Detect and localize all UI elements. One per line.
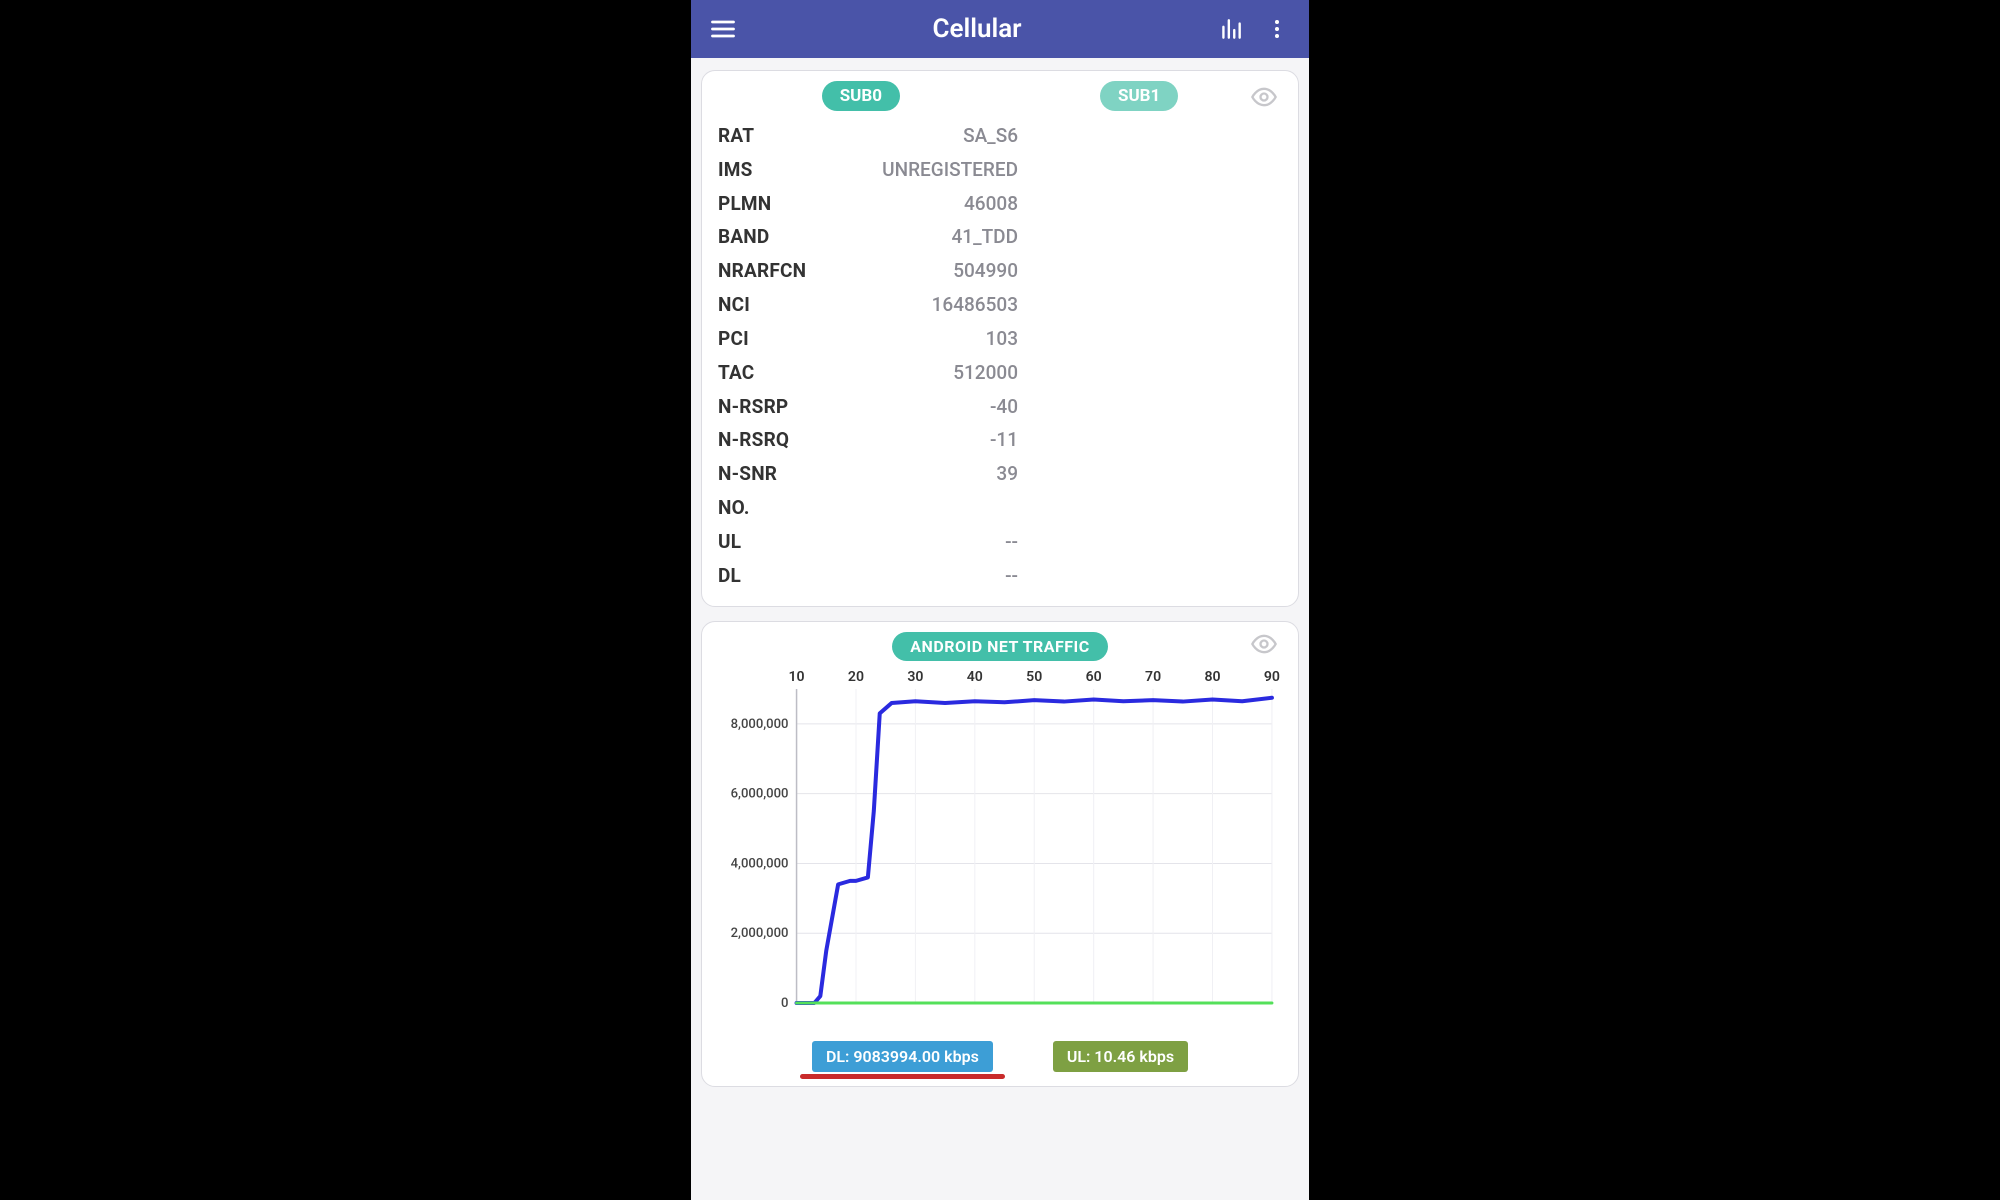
metric-row: N-SNR39 <box>718 457 1282 491</box>
visibility-toggle-icon[interactable] <box>1250 630 1278 662</box>
metric-label: PCI <box>718 322 868 356</box>
metric-row: BAND41_TDD <box>718 220 1282 254</box>
overflow-menu-icon[interactable] <box>1259 11 1295 47</box>
svg-text:6,000,000: 6,000,000 <box>731 787 789 802</box>
svg-text:70: 70 <box>1145 669 1161 685</box>
app-screen: Cellular SUB0 SUB1 RATSA_S6IMSUNREGISTER… <box>691 0 1309 1200</box>
svg-text:20: 20 <box>848 669 864 685</box>
metric-value: 504990 <box>868 254 1018 288</box>
net-traffic-card: ANDROID NET TRAFFIC 0 2,000,000 4,000,000 6… <box>701 621 1299 1087</box>
metric-row: RATSA_S6 <box>718 119 1282 153</box>
metric-row: NRARFCN504990 <box>718 254 1282 288</box>
tab-sub0[interactable]: SUB0 <box>822 81 900 111</box>
metric-label: N-RSRP <box>718 390 868 424</box>
app-bar: Cellular <box>691 0 1309 58</box>
metric-label: TAC <box>718 356 868 390</box>
metric-value: 46008 <box>868 187 1018 221</box>
ul-rate-value: UL: 10.46 kbps <box>1067 1047 1174 1066</box>
metric-row: PCI103 <box>718 322 1282 356</box>
metric-value: 39 <box>868 457 1018 491</box>
metric-label: UL <box>718 525 868 559</box>
metric-label: RAT <box>718 119 868 153</box>
stats-icon[interactable] <box>1213 11 1249 47</box>
ul-rate-badge: UL: 10.46 kbps <box>1053 1041 1188 1072</box>
dl-highlight-underline <box>800 1074 1005 1079</box>
metric-value: SA_S6 <box>868 119 1018 153</box>
metric-label: DL <box>718 559 868 593</box>
metric-label: NO. <box>718 491 868 525</box>
menu-icon[interactable] <box>705 11 741 47</box>
metric-row: N-RSRP-40 <box>718 390 1282 424</box>
metric-row: NCI16486503 <box>718 288 1282 322</box>
svg-text:40: 40 <box>967 669 983 685</box>
metric-value: -40 <box>868 390 1018 424</box>
traffic-chart: 0 2,000,000 4,000,000 6,000,000 8,000,000 10 2… <box>718 663 1282 1033</box>
svg-text:4,000,000: 4,000,000 <box>731 857 789 872</box>
svg-text:8,000,000: 8,000,000 <box>731 717 789 732</box>
metric-label: N-RSRQ <box>718 423 868 457</box>
metric-label: N-SNR <box>718 457 868 491</box>
metric-label: NCI <box>718 288 868 322</box>
metric-value: -11 <box>868 423 1018 457</box>
metric-value: 41_TDD <box>868 220 1018 254</box>
metric-row: NO. <box>718 491 1282 525</box>
content-area: SUB0 SUB1 RATSA_S6IMSUNREGISTEREDPLMN460… <box>691 58 1309 1200</box>
svg-text:90: 90 <box>1264 669 1280 685</box>
metric-row: IMSUNREGISTERED <box>718 153 1282 187</box>
metric-label: PLMN <box>718 187 868 221</box>
page-title: Cellular <box>751 14 1203 44</box>
metric-label: IMS <box>718 153 868 187</box>
metric-row: UL-- <box>718 525 1282 559</box>
chart-title-pill: ANDROID NET TRAFFIC <box>892 632 1107 661</box>
metric-value: -- <box>868 525 1018 559</box>
visibility-toggle-icon[interactable] <box>1250 83 1278 115</box>
metric-value: -- <box>868 559 1018 593</box>
metric-label: BAND <box>718 220 868 254</box>
svg-text:80: 80 <box>1204 669 1220 685</box>
metric-label: NRARFCN <box>718 254 868 288</box>
metric-value: UNREGISTERED <box>868 153 1018 187</box>
dl-rate-value: DL: 9083994.00 kbps <box>826 1047 979 1066</box>
metric-row: PLMN46008 <box>718 187 1282 221</box>
metric-value: 16486503 <box>868 288 1018 322</box>
svg-text:50: 50 <box>1026 669 1042 685</box>
dl-rate-badge: DL: 9083994.00 kbps <box>812 1041 993 1072</box>
svg-text:60: 60 <box>1086 669 1102 685</box>
tab-sub1[interactable]: SUB1 <box>1100 81 1178 111</box>
cellular-metrics-card: SUB0 SUB1 RATSA_S6IMSUNREGISTEREDPLMN460… <box>701 70 1299 607</box>
svg-text:10: 10 <box>788 669 804 685</box>
metric-row: TAC512000 <box>718 356 1282 390</box>
metric-row: DL-- <box>718 559 1282 593</box>
svg-text:30: 30 <box>907 669 923 685</box>
metric-row: N-RSRQ-11 <box>718 423 1282 457</box>
metric-value: 512000 <box>868 356 1018 390</box>
metric-value: 103 <box>868 322 1018 356</box>
svg-text:0: 0 <box>781 996 788 1011</box>
svg-text:2,000,000: 2,000,000 <box>731 927 789 942</box>
